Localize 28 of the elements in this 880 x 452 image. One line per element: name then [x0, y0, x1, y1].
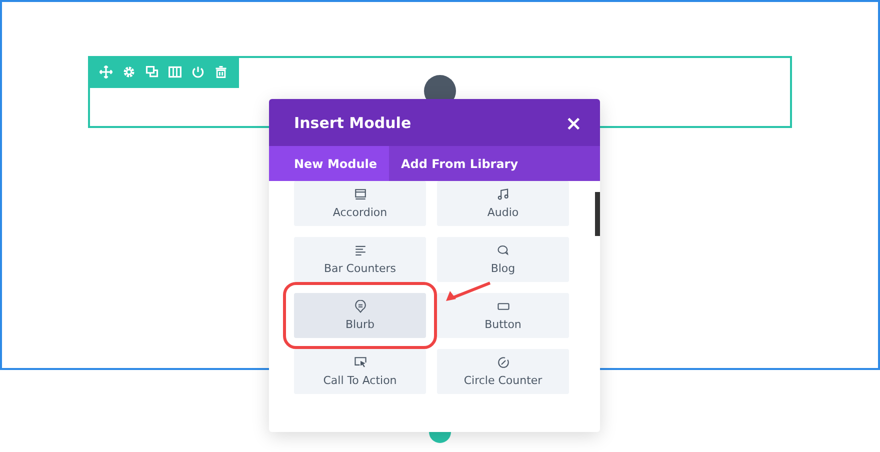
module-tile[interactable]: Call To Action: [294, 349, 426, 394]
module-tile[interactable]: Blog: [437, 237, 569, 282]
arrow: [444, 281, 492, 303]
module-tile[interactable]: Circle Counter: [437, 349, 569, 394]
tab[interactable]: Add From Library: [389, 146, 530, 181]
module-tile[interactable]: Accordion: [294, 181, 426, 226]
speech-bubble-icon: [496, 244, 510, 257]
module-tile[interactable]: Blurb: [294, 293, 426, 338]
module-tile[interactable]: Audio: [437, 181, 569, 226]
tab[interactable]: New Module: [269, 146, 390, 181]
settings-icon[interactable]: [122, 65, 136, 79]
module-tile[interactable]: Button: [437, 293, 569, 338]
power-icon[interactable]: [191, 65, 205, 79]
columns-icon[interactable]: [168, 65, 182, 79]
close-button[interactable]: ×: [565, 110, 582, 134]
screen-cursor-icon: [354, 356, 366, 369]
duplicate-icon[interactable]: [145, 65, 159, 79]
lines-icon: [354, 244, 366, 257]
scrollbar[interactable]: [595, 192, 600, 236]
pin-icon: [354, 300, 366, 313]
dialog-title: Insert Module: [294, 114, 412, 132]
panel-icon: [354, 188, 366, 201]
rectangle-icon: [496, 300, 510, 313]
move-icon[interactable]: [99, 65, 113, 79]
module-tile[interactable]: Bar Counters: [294, 237, 426, 282]
trash-icon[interactable]: [214, 65, 228, 79]
music-note-icon: [496, 188, 510, 201]
circle-icon: [496, 356, 510, 369]
